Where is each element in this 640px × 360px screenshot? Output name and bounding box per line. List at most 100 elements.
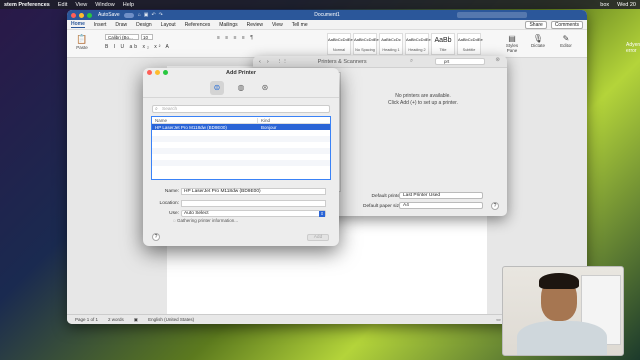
comments-button[interactable]: Comments xyxy=(550,20,583,29)
add-printer-toolbar: ⊜ ◍ ⊛ xyxy=(143,78,339,98)
proofing-icon[interactable]: ▣ xyxy=(134,317,138,323)
tab-references[interactable]: References xyxy=(185,22,211,28)
styles-pane-icon: ▤ xyxy=(508,34,516,43)
dictate-button[interactable]: 🎙 Dictate xyxy=(527,34,549,48)
add-printer-dialog: Add Printer ⊜ ◍ ⊛ ⌕ Search Name Kind HP … xyxy=(143,68,339,246)
font-family-select[interactable]: Calibri (Bo... xyxy=(105,34,139,40)
default-printer-select[interactable]: Last Printer Used xyxy=(399,192,483,199)
add-printer-search[interactable]: ⌕ Search xyxy=(152,105,330,113)
autosave-toggle[interactable] xyxy=(123,12,134,18)
style-no-spacing[interactable]: AaBbCcDdEe No Spacing xyxy=(353,33,379,55)
editor-button[interactable]: ✎ Editor xyxy=(555,34,577,48)
menu-help[interactable]: Help xyxy=(123,2,134,8)
location-field[interactable] xyxy=(181,200,326,207)
style-sample: AaBbCcDdEe xyxy=(406,37,431,42)
use-label: Use: xyxy=(169,211,179,216)
col-name[interactable]: Name xyxy=(152,117,258,123)
menu-window[interactable]: Window xyxy=(95,2,115,8)
add-button[interactable]: Add xyxy=(307,234,329,241)
minimize-icon[interactable] xyxy=(155,70,160,75)
person-body xyxy=(517,321,607,355)
tab-view[interactable]: View xyxy=(272,22,283,28)
name-label: Name: xyxy=(164,189,179,194)
close-search-icon[interactable]: ⊗ xyxy=(495,57,500,63)
grid-icon[interactable]: ⋮⋮ xyxy=(277,59,288,65)
home-icon[interactable]: ⌂ xyxy=(138,12,141,18)
editor-label: Editor xyxy=(560,43,572,48)
style-subtitle[interactable]: AaBbCcDdEe Subtitle xyxy=(457,33,483,55)
redo-icon[interactable]: ↷ xyxy=(159,12,163,18)
tell-me-field[interactable]: Tell me xyxy=(292,22,308,28)
printer-table: Name Kind HP LaserJet Pro M118dw (BD9E00… xyxy=(151,116,331,180)
style-heading-1[interactable]: AaBbCcDc Heading 1 xyxy=(379,33,403,55)
undo-icon[interactable]: ↶ xyxy=(151,12,155,18)
zoom-icon[interactable] xyxy=(87,12,92,18)
share-button[interactable]: Share xyxy=(525,20,547,29)
add-printer-title-bar: Add Printer xyxy=(143,68,339,78)
word-search-field[interactable] xyxy=(457,12,527,18)
style-sample: AaBb xyxy=(434,37,452,44)
box-status-item[interactable]: box xyxy=(600,2,609,8)
default-paper-label: Default paper size: xyxy=(363,204,403,209)
tab-draw[interactable]: Draw xyxy=(115,22,127,28)
tab-home[interactable]: Home xyxy=(71,21,85,28)
tab-design[interactable]: Design xyxy=(136,22,152,28)
format-buttons[interactable]: B I U ab x₂ x² A xyxy=(105,44,171,50)
tab-insert[interactable]: Insert xyxy=(94,22,107,28)
zoom-icon[interactable] xyxy=(163,70,168,75)
language-status[interactable]: English (United States) xyxy=(148,317,194,322)
tab-layout[interactable]: Layout xyxy=(161,22,176,28)
printers-search-input[interactable]: prt xyxy=(435,58,485,65)
no-printers-line1: No printers are available. xyxy=(395,93,451,99)
search-placeholder: Search xyxy=(162,107,178,112)
back-icon[interactable]: ‹ xyxy=(259,59,261,65)
printer-table-header: Name Kind xyxy=(152,117,330,124)
save-icon[interactable]: ▣ xyxy=(144,12,149,18)
style-name: No Spacing xyxy=(355,48,375,52)
paragraph-buttons[interactable]: ≡ ≡ ≡ ≡ ¶ xyxy=(217,35,255,41)
default-printers-icon[interactable]: ⊜ xyxy=(210,80,224,95)
minimize-icon[interactable] xyxy=(79,12,84,18)
chevron-updown-icon: ⇕ xyxy=(319,211,325,217)
menu-view[interactable]: View xyxy=(75,2,87,8)
styles-pane-button[interactable]: ▤ Styles Pane xyxy=(503,34,521,53)
menu-clock[interactable]: Wed 20 xyxy=(617,2,636,8)
default-paper-select[interactable]: A4 xyxy=(399,202,483,209)
microphone-icon: 🎙 xyxy=(532,34,544,43)
add-printer-help-button[interactable]: ? xyxy=(152,233,160,241)
style-title[interactable]: AaBb Title xyxy=(431,33,455,55)
style-name: Subtitle xyxy=(462,48,476,52)
dictate-label: Dictate xyxy=(530,43,545,48)
no-printers-message: No printers are available. Click Add (+)… xyxy=(363,93,483,107)
use-value: Auto Select xyxy=(184,211,209,216)
forward-icon[interactable]: › xyxy=(267,59,269,65)
paste-button[interactable]: 📋 Paste xyxy=(73,34,91,50)
tab-review[interactable]: Review xyxy=(247,22,263,28)
menu-app-name[interactable]: stem Preferences xyxy=(4,2,50,8)
menu-edit[interactable]: Edit xyxy=(58,2,67,8)
search-icon: ⌕ xyxy=(410,58,414,64)
printers-title-bar: ‹ › ⋮⋮ Printers & Scanners prt ⌕ ⊗ xyxy=(253,56,507,68)
printer-name-cell: HP LaserJet Pro M118dw (BD9E00) xyxy=(155,124,227,130)
empty-row xyxy=(152,166,330,172)
webcam-overlay xyxy=(502,266,624,356)
ip-printer-icon[interactable]: ◍ xyxy=(234,81,248,95)
tab-mailings[interactable]: Mailings xyxy=(219,22,237,28)
style-heading-2[interactable]: AaBbCcDdEe Heading 2 xyxy=(405,33,431,55)
page-count[interactable]: Page 1 of 1 xyxy=(75,317,98,322)
use-select[interactable]: Auto Select ⇕ xyxy=(181,210,326,217)
style-sample: AaBbCcDc xyxy=(381,37,401,42)
close-icon[interactable] xyxy=(71,12,76,18)
font-size-select[interactable]: 10 xyxy=(141,34,153,40)
word-count[interactable]: 2 words xyxy=(108,317,124,322)
style-normal[interactable]: AaBbCcDdEe Normal xyxy=(327,33,353,55)
windows-printer-icon[interactable]: ⊛ xyxy=(258,81,272,95)
printers-help-button[interactable]: ? xyxy=(491,202,499,210)
no-printers-line2: Click Add (+) to set up a printer. xyxy=(388,100,458,106)
name-field[interactable]: HP LaserJet Pro M118dw (BD9E00) xyxy=(181,188,326,195)
gathering-text: Gathering printer information... xyxy=(176,218,238,223)
editor-icon: ✎ xyxy=(562,34,570,43)
col-kind[interactable]: Kind xyxy=(258,118,270,123)
close-icon[interactable] xyxy=(147,70,152,75)
location-label: Location: xyxy=(159,201,179,206)
